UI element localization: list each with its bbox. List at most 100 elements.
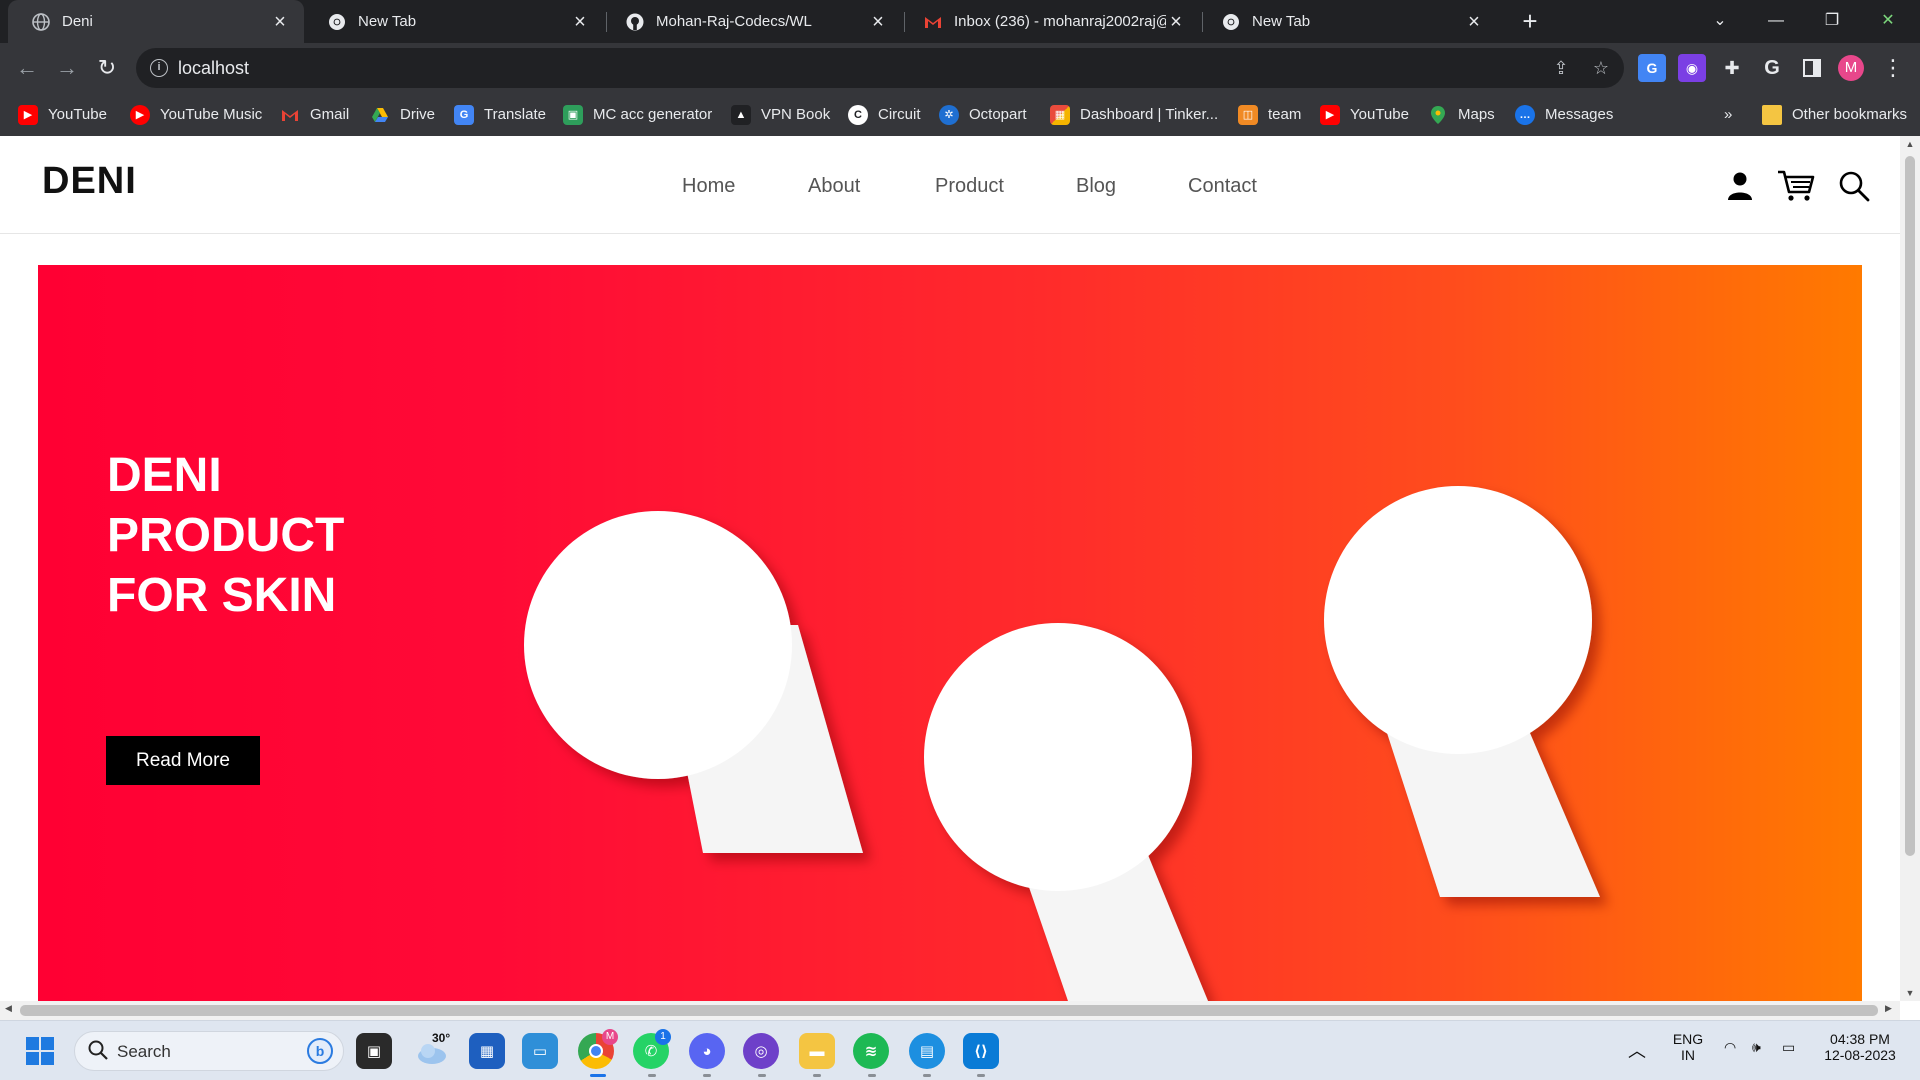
tab-gmail[interactable]: Inbox (236) - mohanraj2002raj@c × <box>900 0 1200 43</box>
bookmark-circuit[interactable]: C Circuit <box>848 93 921 136</box>
vscode-icon[interactable]: ⟨⟩ <box>963 1033 999 1069</box>
discord-icon[interactable]: ◕ <box>689 1033 725 1069</box>
restore-button[interactable]: ❐ <box>1812 6 1852 36</box>
reload-icon[interactable]: ↻ <box>92 53 122 83</box>
scroll-down-icon[interactable]: ▼ <box>1904 988 1916 998</box>
site-logo[interactable]: DENI <box>42 160 137 203</box>
github-desktop-icon[interactable]: ◎ <box>743 1033 779 1069</box>
remote-desktop-icon[interactable]: ▭ <box>522 1033 558 1069</box>
battery-icon[interactable]: ▭ <box>1782 1039 1795 1056</box>
nav-home[interactable]: Home <box>682 175 735 198</box>
youtube-icon: ▶ <box>1320 104 1340 125</box>
horizontal-scrollbar[interactable]: ◀ ▶ <box>0 1001 1900 1020</box>
avatar[interactable]: M <box>1838 55 1864 81</box>
chevron-up-icon[interactable]: ︿ <box>1628 1037 1646 1063</box>
task-view-icon[interactable]: ▣ <box>356 1033 392 1069</box>
other-bookmarks-folder[interactable]: Other bookmarks <box>1762 93 1907 136</box>
bookmark-gmail[interactable]: Gmail <box>280 93 349 136</box>
url-text[interactable]: localhost <box>178 58 249 79</box>
close-icon[interactable]: × <box>1166 12 1186 32</box>
tab-title: Deni <box>62 13 93 30</box>
bookmark-label: YouTube Music <box>160 106 263 123</box>
vpn-icon: ▲ <box>731 104 751 125</box>
spotify-icon[interactable]: ≋ <box>853 1033 889 1069</box>
site-header: DENI Home About Product Blog Contact <box>0 136 1900 234</box>
bookmark-star-icon[interactable]: ☆ <box>1590 58 1612 80</box>
cart-icon[interactable] <box>1776 168 1816 204</box>
hero-title-line: FOR SKIN <box>107 569 337 622</box>
product-shape-2 <box>924 623 1208 1001</box>
bookmark-translate[interactable]: G Translate <box>454 93 546 136</box>
side-panel-icon[interactable] <box>1798 54 1826 82</box>
search-icon[interactable] <box>1836 168 1872 204</box>
user-icon[interactable] <box>1722 168 1758 204</box>
drive-icon <box>370 105 390 125</box>
close-icon[interactable]: × <box>570 12 590 32</box>
forward-icon[interactable]: → <box>52 53 82 83</box>
bookmark-label: Maps <box>1458 106 1495 123</box>
tinkercad-icon: ▦ <box>1050 104 1070 125</box>
bookmark-messages[interactable]: … Messages <box>1515 93 1613 136</box>
youtube-music-icon: ▶ <box>130 104 150 125</box>
bing-icon[interactable]: b <box>307 1038 333 1064</box>
chrome-icon <box>1222 13 1240 31</box>
nav-about[interactable]: About <box>808 175 860 198</box>
bookmark-team[interactable]: ◫ team <box>1238 93 1301 136</box>
volume-icon[interactable]: 🕪 <box>1752 1039 1761 1056</box>
vertical-scrollbar[interactable]: ▲ ▼ <box>1900 136 1920 1001</box>
back-icon[interactable]: ← <box>12 53 42 83</box>
nav-blog[interactable]: Blog <box>1076 175 1116 198</box>
site-info-icon[interactable]: i <box>150 59 168 77</box>
bookmark-vpn-book[interactable]: ▲ VPN Book <box>731 93 830 136</box>
read-more-button[interactable]: Read More <box>106 736 260 785</box>
scrollbar-thumb[interactable] <box>20 1005 1878 1016</box>
bookmark-maps[interactable]: Maps <box>1428 93 1495 136</box>
scrollbar-thumb[interactable] <box>1905 156 1915 856</box>
close-icon[interactable]: × <box>270 12 290 32</box>
close-icon[interactable]: × <box>868 12 888 32</box>
extensions-puzzle-icon[interactable]: ✚ <box>1718 54 1746 82</box>
wifi-icon[interactable]: ◠ <box>1724 1039 1736 1056</box>
language-indicator[interactable]: ENG IN <box>1670 1031 1706 1063</box>
share-icon[interactable]: ⇪ <box>1550 58 1572 80</box>
chrome-icon <box>328 13 346 31</box>
tab-deni[interactable]: Deni × <box>8 0 304 43</box>
grammarly-icon[interactable]: G <box>1758 54 1786 82</box>
scroll-left-icon[interactable]: ◀ <box>5 1003 12 1014</box>
menu-kebab-icon[interactable]: ⋮ <box>1878 53 1908 83</box>
youtube-icon: ▶ <box>18 104 38 125</box>
close-icon[interactable]: × <box>1464 12 1484 32</box>
tab-github[interactable]: Mohan-Raj-Codecs/WL × <box>602 0 902 43</box>
bookmarks-bar: ▶ YouTube ▶ YouTube Music Gmail Drive G Tra… <box>0 93 1920 136</box>
circuit-icon: C <box>848 104 868 125</box>
tab-search-chevron-icon[interactable]: ⌄ <box>1700 6 1740 36</box>
nav-product[interactable]: Product <box>935 175 1004 198</box>
docker-icon[interactable]: ▤ <box>909 1033 945 1069</box>
minimize-button[interactable]: — <box>1756 6 1796 36</box>
bookmarks-overflow-button[interactable]: » <box>1724 93 1732 136</box>
taskbar-search-label: Search <box>117 1042 171 1061</box>
new-tab-button[interactable]: + <box>1516 8 1544 36</box>
bookmark-youtube-music[interactable]: ▶ YouTube Music <box>130 93 262 136</box>
address-bar[interactable]: i localhost ⇪ ☆ <box>136 48 1624 88</box>
microsoft-store-icon[interactable]: ▦ <box>469 1033 505 1069</box>
nav-contact[interactable]: Contact <box>1188 175 1257 198</box>
tab-new-tab-1[interactable]: New Tab × <box>304 0 604 43</box>
windows-start-icon[interactable] <box>22 1033 58 1069</box>
bookmark-octopart[interactable]: ✲ Octopart <box>939 93 1027 136</box>
bookmark-tinkercad[interactable]: ▦ Dashboard | Tinker... <box>1050 93 1218 136</box>
bookmark-mc-acc-generator[interactable]: ▣ MC acc generator <box>563 93 712 136</box>
translate-extension-icon[interactable]: G <box>1638 54 1666 82</box>
clock[interactable]: 04:38 PM 12-08-2023 <box>1816 1031 1904 1063</box>
bookmark-youtube-2[interactable]: ▶ YouTube <box>1320 93 1409 136</box>
bookmark-drive[interactable]: Drive <box>370 93 435 136</box>
date-label: 12-08-2023 <box>1824 1047 1896 1063</box>
taskbar-search-box[interactable]: Search b <box>74 1031 344 1071</box>
read-aloud-extension-icon[interactable]: ◉ <box>1678 54 1706 82</box>
scroll-right-icon[interactable]: ▶ <box>1885 1003 1892 1014</box>
close-window-button[interactable]: ✕ <box>1868 6 1908 36</box>
bookmark-youtube[interactable]: ▶ YouTube <box>18 93 107 136</box>
file-explorer-icon[interactable]: ▬ <box>799 1033 835 1069</box>
scroll-up-icon[interactable]: ▲ <box>1904 139 1916 149</box>
tab-new-tab-2[interactable]: New Tab × <box>1198 0 1498 43</box>
